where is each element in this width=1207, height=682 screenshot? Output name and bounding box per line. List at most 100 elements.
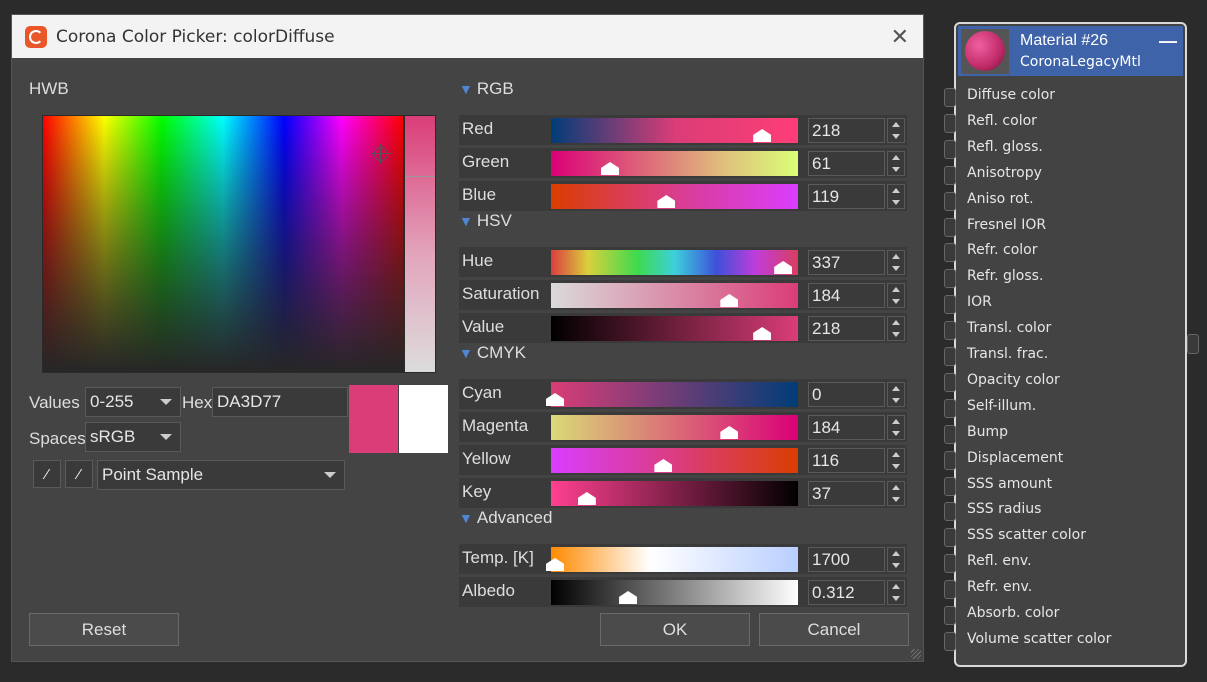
value-input[interactable]: 116 — [808, 448, 885, 473]
slot-label: Bump — [967, 423, 1009, 440]
color-slider-track[interactable] — [551, 184, 798, 209]
spinner-button[interactable] — [887, 151, 905, 176]
spinner-button[interactable] — [887, 481, 905, 506]
color-slider-track[interactable] — [551, 415, 798, 440]
slider-row-hue: Hue 337 — [459, 247, 907, 277]
cmyk-section-header[interactable]: ▼ CMYK — [459, 343, 526, 363]
spinner-button[interactable] — [887, 316, 905, 341]
spinner-button[interactable] — [887, 415, 905, 440]
rgb-section-header[interactable]: ▼ RGB — [459, 79, 514, 99]
node-header[interactable]: Material #26 CoronaLegacyMtl — — [958, 26, 1183, 76]
whiteness-slider[interactable] — [404, 115, 436, 373]
slider-label: Green — [462, 152, 510, 171]
material-node[interactable]: Material #26 CoronaLegacyMtl — Diffuse c… — [944, 22, 1187, 667]
spinner-button[interactable] — [887, 547, 905, 572]
color-slider-track[interactable] — [551, 151, 798, 176]
value-input[interactable]: 218 — [808, 118, 885, 143]
input-socket[interactable] — [944, 217, 956, 237]
color-slider-track[interactable] — [551, 580, 798, 605]
previous-color-swatch[interactable] — [399, 385, 448, 453]
color-slider-track[interactable] — [551, 283, 798, 308]
value-input[interactable]: 61 — [808, 151, 885, 176]
reset-button[interactable]: Reset — [29, 613, 179, 646]
color-slider-track[interactable] — [551, 316, 798, 341]
color-slider-track[interactable] — [551, 481, 798, 506]
input-socket[interactable] — [944, 528, 956, 548]
input-socket[interactable] — [944, 606, 956, 625]
input-socket[interactable] — [944, 631, 956, 651]
minimize-icon[interactable]: — — [1159, 31, 1177, 52]
resize-grip[interactable] — [911, 649, 921, 659]
collapse-triangle-icon: ▼ — [459, 213, 473, 229]
input-socket[interactable] — [944, 165, 956, 185]
value-input[interactable]: 218 — [808, 316, 885, 341]
dialog-title: Corona Color Picker: colorDiffuse — [56, 26, 335, 47]
input-socket[interactable] — [944, 347, 956, 366]
crosshair-icon[interactable] — [371, 144, 391, 164]
slider-label: Cyan — [462, 383, 502, 402]
value-input[interactable]: 184 — [808, 283, 885, 308]
hwb-color-field[interactable] — [42, 115, 404, 373]
input-socket[interactable] — [944, 372, 956, 392]
color-slider-track[interactable] — [551, 448, 798, 473]
slider-row-red: Red 218 — [459, 115, 907, 145]
input-socket[interactable] — [944, 88, 956, 107]
eyedropper-plus-button[interactable]: ⁄ — [65, 460, 93, 488]
spinner-button[interactable] — [887, 580, 905, 605]
spinner-button[interactable] — [887, 283, 905, 308]
spinner-button[interactable] — [887, 250, 905, 275]
slider-label: Blue — [462, 185, 497, 204]
value-input[interactable]: 1700 — [808, 547, 885, 572]
input-socket[interactable] — [944, 139, 956, 159]
input-socket[interactable] — [944, 502, 956, 522]
hex-input[interactable]: DA3D77 — [212, 387, 348, 417]
spinner-button[interactable] — [887, 118, 905, 143]
spinner-button[interactable] — [887, 448, 905, 473]
eyedropper-button[interactable]: ⁄ — [33, 460, 61, 488]
value-input[interactable]: 119 — [808, 184, 885, 209]
advanced-section-header[interactable]: ▼ Advanced — [459, 508, 552, 528]
value-input[interactable]: 184 — [808, 415, 885, 440]
input-socket[interactable] — [944, 424, 956, 444]
input-socket[interactable] — [944, 295, 956, 315]
spinner-button[interactable] — [887, 382, 905, 407]
spinner-button[interactable] — [887, 184, 905, 209]
input-socket[interactable] — [944, 476, 956, 496]
value-input[interactable]: 37 — [808, 481, 885, 506]
input-socket[interactable] — [944, 243, 956, 263]
slot-label: IOR — [967, 294, 992, 311]
sample-mode-dropdown[interactable]: Point Sample — [97, 460, 345, 490]
value-input[interactable]: 0 — [808, 382, 885, 407]
slot-label: Fresnel IOR — [967, 216, 1047, 233]
slider-label: Saturation — [462, 284, 540, 303]
slot-label: Diffuse color — [967, 87, 1056, 103]
ok-button[interactable]: OK — [600, 613, 750, 646]
output-socket[interactable] — [1187, 334, 1199, 354]
value-input[interactable]: 0.312 — [808, 580, 885, 605]
values-selected: 0-255 — [90, 392, 134, 411]
value-input[interactable]: 337 — [808, 250, 885, 275]
input-socket[interactable] — [944, 450, 956, 470]
color-slider-track[interactable] — [551, 250, 798, 275]
input-socket[interactable] — [944, 554, 956, 574]
input-socket[interactable] — [944, 321, 956, 341]
values-dropdown[interactable]: 0-255 — [85, 387, 181, 417]
color-slider-track[interactable] — [551, 118, 798, 143]
input-socket[interactable] — [944, 580, 956, 600]
slot-label: Absorb. color — [967, 605, 1060, 621]
input-socket[interactable] — [944, 191, 956, 211]
slider-row-cyan: Cyan 0 — [459, 379, 907, 409]
hsv-section-header[interactable]: ▼ HSV — [459, 211, 512, 231]
slider-marker[interactable] — [405, 176, 435, 177]
slider-row-green: Green 61 — [459, 148, 907, 178]
spaces-dropdown[interactable]: sRGB — [85, 422, 181, 452]
title-bar[interactable]: Corona Color Picker: colorDiffuse ✕ — [12, 15, 923, 58]
close-icon[interactable]: ✕ — [891, 24, 909, 50]
cancel-button[interactable]: Cancel — [759, 613, 909, 646]
input-socket[interactable] — [944, 269, 956, 289]
color-slider-track[interactable] — [551, 382, 798, 407]
input-socket[interactable] — [944, 113, 956, 133]
slider-row-key: Key 37 — [459, 478, 907, 508]
color-slider-track[interactable] — [551, 547, 798, 572]
input-socket[interactable] — [944, 398, 956, 418]
